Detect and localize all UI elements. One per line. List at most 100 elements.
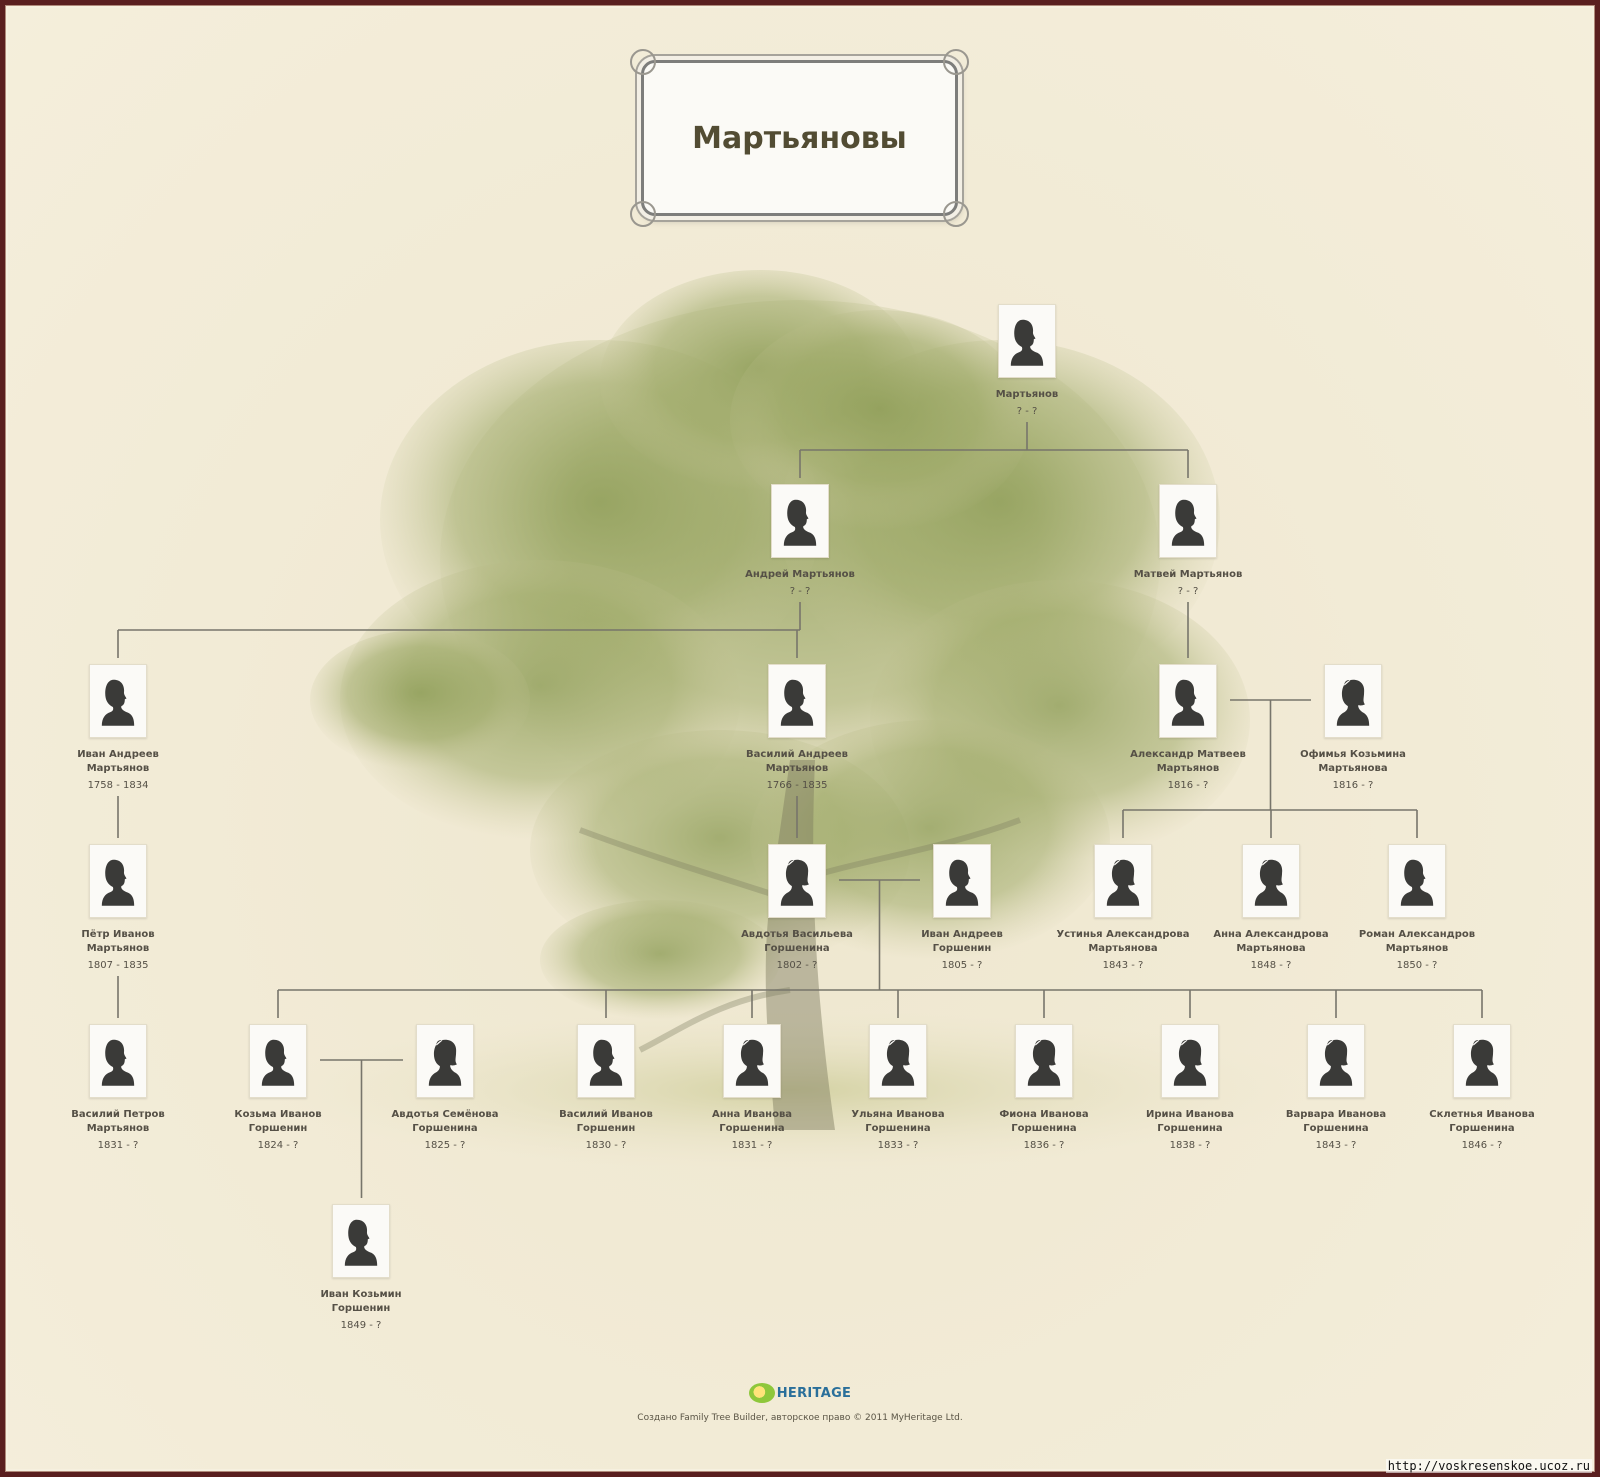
person-name-line: Горшенина — [1449, 1123, 1515, 1134]
site-watermark: http://voskresenskoe.ucoz.ru — [1385, 1459, 1592, 1473]
person-card[interactable]: Анна Иванова Горшенина 1831 - ? — [682, 1024, 822, 1152]
person-name-line: Офимья Козьмина — [1300, 749, 1406, 760]
female-silhouette-icon — [768, 844, 826, 918]
person-dates: 1848 - ? — [1250, 960, 1292, 971]
person-name: Мартьянов — [957, 388, 1097, 402]
person-card[interactable]: Василий Андреев Мартьянов 1766 - 1835 — [727, 664, 867, 792]
person-dates: 1830 - ? — [585, 1140, 627, 1151]
male-silhouette-icon — [89, 664, 147, 738]
person-name-line: Андрей Мартьянов — [745, 569, 855, 580]
person-dates: 1849 - ? — [340, 1320, 382, 1331]
person-name-line: Анна Иванова — [711, 1109, 793, 1120]
male-silhouette-icon — [933, 844, 991, 918]
person-name-line: Роман Александров — [1358, 929, 1476, 940]
person-name-line: Иван Андреев — [921, 929, 1003, 940]
person-name-line: Горшенина — [1303, 1123, 1369, 1134]
person-card[interactable]: Авдотья Семёнова Горшенина 1825 - ? — [375, 1024, 515, 1152]
person-card[interactable]: Устинья Александрова Мартьянова 1843 - ? — [1053, 844, 1193, 972]
person-dates: 1836 - ? — [1023, 1140, 1065, 1151]
female-silhouette-icon — [1453, 1024, 1511, 1098]
person-name-line: Козьма Иванов — [234, 1109, 322, 1120]
person-card[interactable]: Фиона Иванова Горшенина 1836 - ? — [974, 1024, 1114, 1152]
person-name-line: Мартьянова — [1318, 763, 1388, 774]
person-name-line: Фиона Иванова — [999, 1109, 1089, 1120]
person-name-line: Горшенина — [719, 1123, 785, 1134]
person-name: Устинья Александрова Мартьянова — [1053, 928, 1193, 956]
person-dates: 1838 - ? — [1169, 1140, 1211, 1151]
person-name: Александр Матвеев Мартьянов — [1118, 748, 1258, 776]
male-silhouette-icon — [89, 1024, 147, 1098]
person-dates: 1843 - ? — [1315, 1140, 1357, 1151]
person-name: Анна Александрова Мартьянова — [1201, 928, 1341, 956]
person-card[interactable]: Анна Александрова Мартьянова 1848 - ? — [1201, 844, 1341, 972]
person-name-line: Мартьянов — [995, 389, 1059, 400]
person-dates: 1816 - ? — [1167, 780, 1209, 791]
person-card[interactable]: Офимья Козьмина Мартьянова 1816 - ? — [1283, 664, 1423, 792]
male-silhouette-icon — [332, 1204, 390, 1278]
myheritage-logo[interactable]: HERITAGE — [748, 1383, 852, 1403]
person-dates: 1831 - ? — [731, 1140, 773, 1151]
person-name: Склетнья Иванова Горшенина — [1412, 1108, 1552, 1136]
person-name: Василий Иванов Горшенин — [536, 1108, 676, 1136]
person-card[interactable]: Мартьянов ? - ? — [957, 304, 1097, 418]
person-dates: ? - ? — [1016, 406, 1038, 417]
footer: HERITAGE Создано Family Tree Builder, ав… — [600, 1383, 1000, 1423]
person-card[interactable]: Василий Иванов Горшенин 1830 - ? — [536, 1024, 676, 1152]
person-card[interactable]: Пётр Иванов Мартьянов 1807 - 1835 — [48, 844, 188, 972]
person-dates: 1824 - ? — [257, 1140, 299, 1151]
male-silhouette-icon — [998, 304, 1056, 378]
person-card[interactable]: Иван Андреев Горшенин 1805 - ? — [892, 844, 1032, 972]
person-card[interactable]: Козьма Иванов Горшенин 1824 - ? — [208, 1024, 348, 1152]
person-card[interactable]: Ирина Иванова Горшенина 1838 - ? — [1120, 1024, 1260, 1152]
person-dates: 1846 - ? — [1461, 1140, 1503, 1151]
person-name-line: Авдотья Семёнова — [391, 1109, 499, 1120]
person-name: Иван Андреев Мартьянов — [48, 748, 188, 776]
person-card[interactable]: Андрей Мартьянов ? - ? — [730, 484, 870, 598]
person-name-line: Горшенин — [248, 1123, 308, 1134]
person-name: Козьма Иванов Горшенин — [208, 1108, 348, 1136]
female-silhouette-icon — [1324, 664, 1382, 738]
person-name: Иван Андреев Горшенин — [892, 928, 1032, 956]
person-name-line: Василий Иванов — [559, 1109, 653, 1120]
person-name-line: Василий Андреев — [746, 749, 848, 760]
male-silhouette-icon — [771, 484, 829, 558]
person-dates: 1766 - 1835 — [766, 780, 828, 791]
person-dates: 1758 - 1834 — [87, 780, 149, 791]
person-card[interactable]: Александр Матвеев Мартьянов 1816 - ? — [1118, 664, 1258, 792]
person-name-line: Горшенин — [576, 1123, 636, 1134]
person-name: Фиона Иванова Горшенина — [974, 1108, 1114, 1136]
person-card[interactable]: Иван Козьмин Горшенин 1849 - ? — [291, 1204, 431, 1332]
person-dates: 1807 - 1835 — [87, 960, 149, 971]
person-name-line: Горшенина — [1157, 1123, 1223, 1134]
person-name-line: Склетнья Иванова — [1429, 1109, 1535, 1120]
person-card[interactable]: Авдотья Васильева Горшенина 1802 - ? — [727, 844, 867, 972]
person-name-line: Иван Козьмин — [320, 1289, 402, 1300]
person-name: Матвей Мартьянов — [1118, 568, 1258, 582]
person-card[interactable]: Матвей Мартьянов ? - ? — [1118, 484, 1258, 598]
person-name-line: Матвей Мартьянов — [1133, 569, 1243, 580]
person-name: Офимья Козьмина Мартьянова — [1283, 748, 1423, 776]
person-dates: ? - ? — [789, 586, 811, 597]
person-name: Василий Андреев Мартьянов — [727, 748, 867, 776]
person-card[interactable]: Иван Андреев Мартьянов 1758 - 1834 — [48, 664, 188, 792]
person-name-line: Иван Андреев — [77, 749, 159, 760]
person-name: Василий Петров Мартьянов — [48, 1108, 188, 1136]
logo-text: HERITAGE — [776, 1385, 852, 1401]
male-silhouette-icon — [249, 1024, 307, 1098]
male-silhouette-icon — [1159, 484, 1217, 558]
person-name: Ирина Иванова Горшенина — [1120, 1108, 1260, 1136]
female-silhouette-icon — [869, 1024, 927, 1098]
person-card[interactable]: Василий Петров Мартьянов 1831 - ? — [48, 1024, 188, 1152]
person-name-line: Устинья Александрова — [1056, 929, 1190, 940]
person-card[interactable]: Роман Александров Мартьянов 1850 - ? — [1347, 844, 1487, 972]
person-card[interactable]: Склетнья Иванова Горшенина 1846 - ? — [1412, 1024, 1552, 1152]
person-card[interactable]: Ульяна Иванова Горшенина 1833 - ? — [828, 1024, 968, 1152]
person-dates: 1833 - ? — [877, 1140, 919, 1151]
person-name: Авдотья Семёнова Горшенина — [375, 1108, 515, 1136]
person-name-line: Горшенина — [764, 943, 830, 954]
copyright-caption: Создано Family Tree Builder, авторское п… — [637, 1413, 963, 1423]
person-card[interactable]: Варвара Иванова Горшенина 1843 - ? — [1266, 1024, 1406, 1152]
person-name-line: Мартьянов — [86, 1123, 150, 1134]
person-name-line: Василий Петров — [71, 1109, 165, 1120]
person-name-line: Горшенина — [412, 1123, 478, 1134]
